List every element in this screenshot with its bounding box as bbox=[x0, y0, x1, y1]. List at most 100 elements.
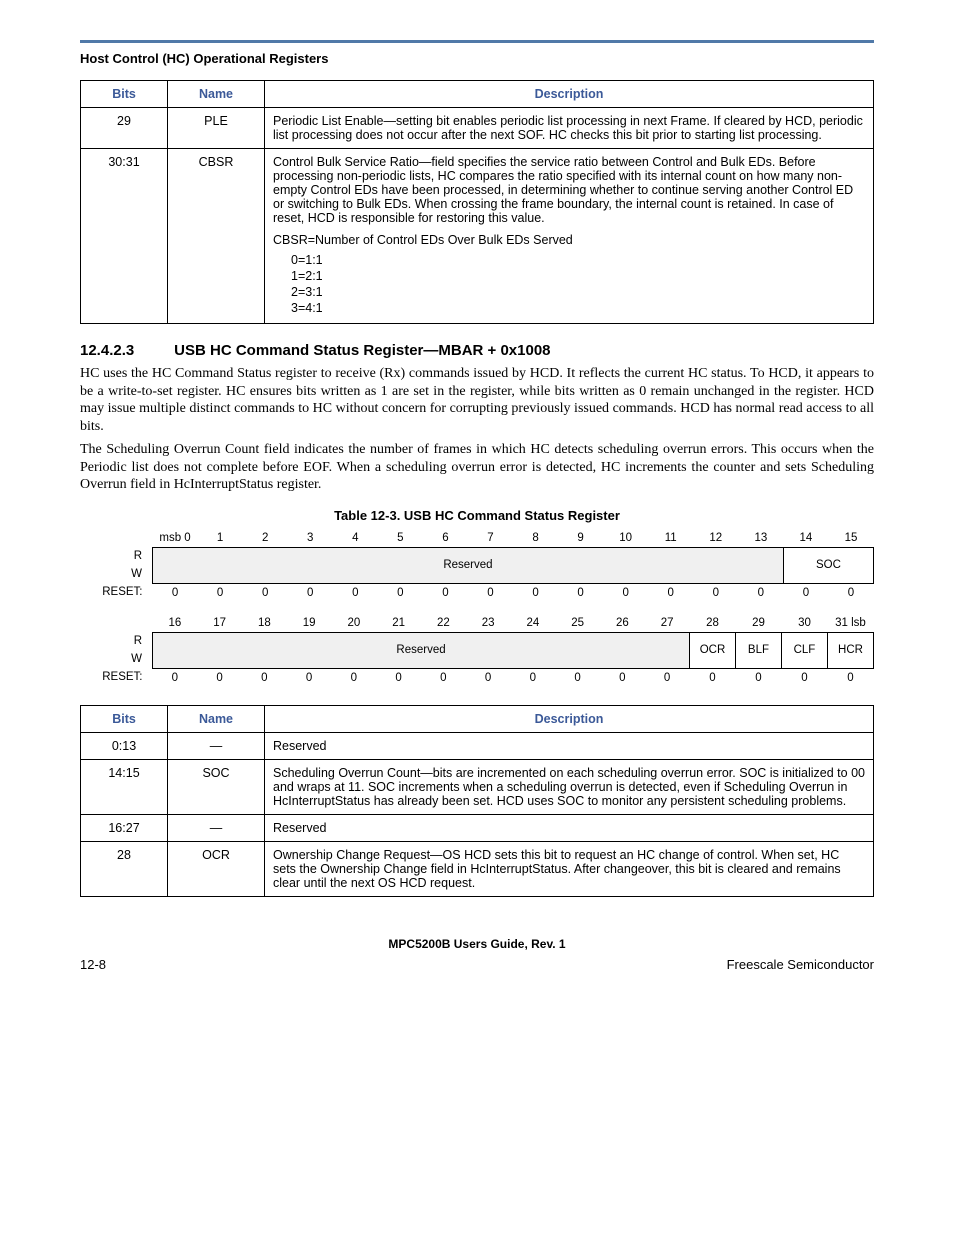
cell-bits: 16:27 bbox=[81, 814, 168, 841]
cell-bits: 28 bbox=[81, 841, 168, 896]
row-label-r: R bbox=[80, 632, 153, 650]
footer-row: 12-8 Freescale Semiconductor bbox=[80, 957, 874, 972]
cell-name: SOC bbox=[168, 759, 265, 814]
reset-val: 0 bbox=[378, 583, 423, 602]
col-bits: Bits bbox=[81, 81, 168, 108]
bitnum: 18 bbox=[242, 614, 287, 633]
reset-val: 0 bbox=[153, 668, 198, 687]
bitnum: 6 bbox=[423, 529, 468, 548]
list-item: 2=3:1 bbox=[291, 285, 865, 299]
reset-val: 0 bbox=[781, 668, 827, 687]
ocr-field: OCR bbox=[690, 632, 736, 668]
footer-center: MPC5200B Users Guide, Rev. 1 bbox=[80, 937, 874, 951]
hcr-field: HCR bbox=[827, 632, 873, 668]
clf-field: CLF bbox=[781, 632, 827, 668]
section-header: Host Control (HC) Operational Registers bbox=[80, 51, 874, 66]
table-row: 16:27 — Reserved bbox=[81, 814, 874, 841]
table-row: 30:31 CBSR Control Bulk Service Ratio—fi… bbox=[81, 149, 874, 324]
bitnum: 20 bbox=[332, 614, 377, 633]
cell-desc: Reserved bbox=[265, 732, 874, 759]
reset-val: 0 bbox=[287, 668, 332, 687]
list-item: 1=2:1 bbox=[291, 269, 865, 283]
bitnum: 2 bbox=[243, 529, 288, 548]
reset-val: 0 bbox=[288, 583, 333, 602]
cell-name: OCR bbox=[168, 841, 265, 896]
list-item: 0=1:1 bbox=[291, 253, 865, 267]
bitnum: 22 bbox=[421, 614, 466, 633]
bitnum: 1 bbox=[198, 529, 243, 548]
reset-val: 0 bbox=[243, 583, 288, 602]
reset-val: 0 bbox=[423, 583, 468, 602]
register-table-2: Bits Name Description 0:13 — Reserved 14… bbox=[80, 705, 874, 897]
reset-val: 0 bbox=[555, 668, 600, 687]
reset-val: 0 bbox=[690, 668, 736, 687]
bitnum: 26 bbox=[600, 614, 645, 633]
table-caption: Table 12-3. USB HC Command Status Regist… bbox=[80, 508, 874, 523]
bitnum: 5 bbox=[378, 529, 423, 548]
reset-val: 0 bbox=[827, 668, 873, 687]
bitnum: msb 0 bbox=[153, 529, 198, 548]
table-row: 0:13 — Reserved bbox=[81, 732, 874, 759]
page-number: 12-8 bbox=[80, 957, 106, 972]
ratio-list: 0=1:1 1=2:1 2=3:1 3=4:1 bbox=[291, 253, 865, 315]
reset-val: 0 bbox=[603, 583, 648, 602]
bitfield-table-lower: 16 17 18 19 20 21 22 23 24 25 26 27 28 2… bbox=[80, 614, 874, 687]
bitnum: 3 bbox=[288, 529, 333, 548]
footer-company: Freescale Semiconductor bbox=[727, 957, 874, 972]
cell-name: — bbox=[168, 732, 265, 759]
col-desc: Description bbox=[265, 81, 874, 108]
cell-desc: Scheduling Overrun Count—bits are increm… bbox=[265, 759, 874, 814]
bitnum: 8 bbox=[513, 529, 558, 548]
bitnum: 10 bbox=[603, 529, 648, 548]
table-row: 28 OCR Ownership Change Request—OS HCD s… bbox=[81, 841, 874, 896]
col-name: Name bbox=[168, 81, 265, 108]
table-row: 29 PLE Periodic List Enable—setting bit … bbox=[81, 108, 874, 149]
bitnum: 4 bbox=[333, 529, 378, 548]
paragraph: HC uses the HC Command Status register t… bbox=[80, 365, 874, 435]
register-table-1: Bits Name Description 29 PLE Periodic Li… bbox=[80, 80, 874, 324]
reset-val: 0 bbox=[421, 668, 466, 687]
cell-desc: Control Bulk Service Ratio—field specifi… bbox=[265, 149, 874, 324]
bitnum: 12 bbox=[693, 529, 738, 548]
blf-field: BLF bbox=[735, 632, 781, 668]
reset-val: 0 bbox=[600, 668, 645, 687]
reset-val: 0 bbox=[511, 668, 556, 687]
reset-val: 0 bbox=[648, 583, 693, 602]
cell-bits: 0:13 bbox=[81, 732, 168, 759]
bitnum: 21 bbox=[376, 614, 421, 633]
cell-bits: 30:31 bbox=[81, 149, 168, 324]
reset-val: 0 bbox=[153, 583, 198, 602]
cell-bits: 29 bbox=[81, 108, 168, 149]
heading-title: USB HC Command Status Register—MBAR + 0x… bbox=[174, 342, 550, 359]
cell-desc: Reserved bbox=[265, 814, 874, 841]
reserved-field: Reserved bbox=[153, 547, 784, 583]
reset-val: 0 bbox=[466, 668, 511, 687]
reset-val: 0 bbox=[783, 583, 828, 602]
bitnum: 29 bbox=[735, 614, 781, 633]
reset-val: 0 bbox=[198, 583, 243, 602]
bitnum: 31 lsb bbox=[827, 614, 873, 633]
bitfield-table-upper: msb 0 1 2 3 4 5 6 7 8 9 10 11 12 13 14 1… bbox=[80, 529, 874, 602]
reset-val: 0 bbox=[513, 583, 558, 602]
col-name: Name bbox=[168, 705, 265, 732]
bitnum: 15 bbox=[828, 529, 873, 548]
reset-val: 0 bbox=[738, 583, 783, 602]
desc-text: Control Bulk Service Ratio—field specifi… bbox=[273, 155, 853, 225]
reset-val: 0 bbox=[332, 668, 377, 687]
cell-bits: 14:15 bbox=[81, 759, 168, 814]
bitnum: 17 bbox=[197, 614, 242, 633]
bitnum: 24 bbox=[511, 614, 556, 633]
top-rule bbox=[80, 40, 874, 43]
soc-field: SOC bbox=[783, 547, 873, 583]
paragraph: The Scheduling Overrun Count field indic… bbox=[80, 441, 874, 494]
cell-desc: Periodic List Enable—setting bit enables… bbox=[265, 108, 874, 149]
row-label-r: R bbox=[80, 547, 153, 565]
bitnum: 25 bbox=[555, 614, 600, 633]
row-label-reset: RESET: bbox=[80, 668, 153, 687]
cell-name: CBSR bbox=[168, 149, 265, 324]
row-label-w: W bbox=[80, 650, 153, 668]
reset-val: 0 bbox=[828, 583, 873, 602]
reset-val: 0 bbox=[376, 668, 421, 687]
reset-val: 0 bbox=[333, 583, 378, 602]
bitnum: 14 bbox=[783, 529, 828, 548]
